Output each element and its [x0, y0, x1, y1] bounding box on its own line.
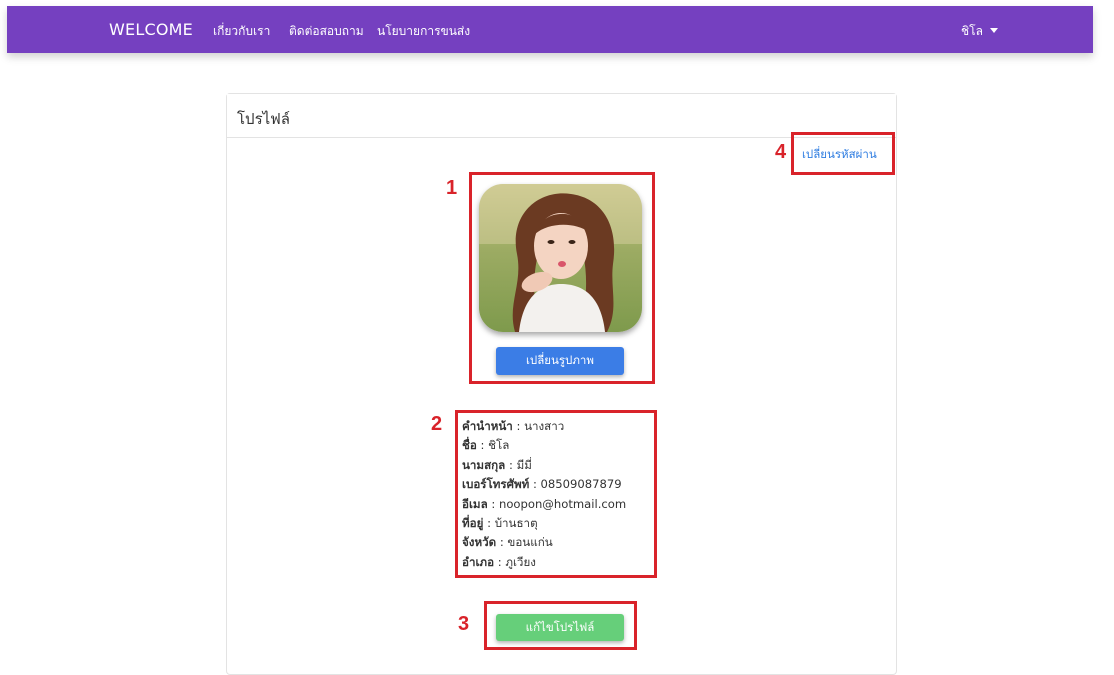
navbar-brand[interactable]: WELCOME — [109, 20, 193, 39]
page-title: โปรไฟล์ — [237, 110, 290, 128]
top-navbar: WELCOME เกี่ยวกับเรา ติดต่อสอบถาม นโยบาย… — [7, 6, 1093, 53]
annotation-number-3: 3 — [458, 613, 470, 635]
annotation-number-2: 2 — [431, 413, 443, 435]
annotation-number-1: 1 — [446, 177, 458, 199]
change-photo-button[interactable]: เปลี่ยนรูปภาพ — [496, 347, 624, 375]
profile-photo — [479, 184, 642, 332]
info-row-address: ที่อยู่ : บ้านธาตุ — [462, 516, 538, 531]
info-row-last-name: นามสกุล : มีมี่ — [462, 457, 532, 472]
info-row-phone: เบอร์โทรศัพท์ : 08509087879 — [462, 477, 622, 492]
info-row-email: อีเมล : noopon@hotmail.com — [462, 496, 627, 511]
nav-link-contact[interactable]: ติดต่อสอบถาม — [289, 22, 364, 41]
info-row-title: คำนำหน้า : นางสาว — [462, 419, 565, 433]
nav-link-about[interactable]: เกี่ยวกับเรา — [213, 22, 270, 41]
profile-info-list: คำนำหน้า : นางสาว ชื่อ : ชิโล นามสกุล : … — [462, 417, 626, 572]
profile-photo-image — [479, 184, 642, 332]
edit-profile-button[interactable]: แก้ไขโปรไฟล์ — [496, 614, 624, 641]
annotation-number-4: 4 — [775, 141, 787, 163]
user-name: ชิโล — [961, 24, 983, 38]
caret-down-icon — [989, 28, 998, 33]
info-row-province: จังหวัด : ขอนแก่น — [462, 535, 553, 550]
change-password-link[interactable]: เปลี่ยนรหัสผ่าน — [802, 146, 877, 164]
nav-link-shipping-policy[interactable]: นโยบายการขนส่ง — [377, 22, 470, 41]
user-menu-dropdown[interactable]: ชิโล — [961, 22, 998, 41]
info-row-first-name: ชื่อ : ชิโล — [462, 438, 510, 453]
info-row-district: อำเภอ : ภูเวียง — [462, 554, 536, 569]
